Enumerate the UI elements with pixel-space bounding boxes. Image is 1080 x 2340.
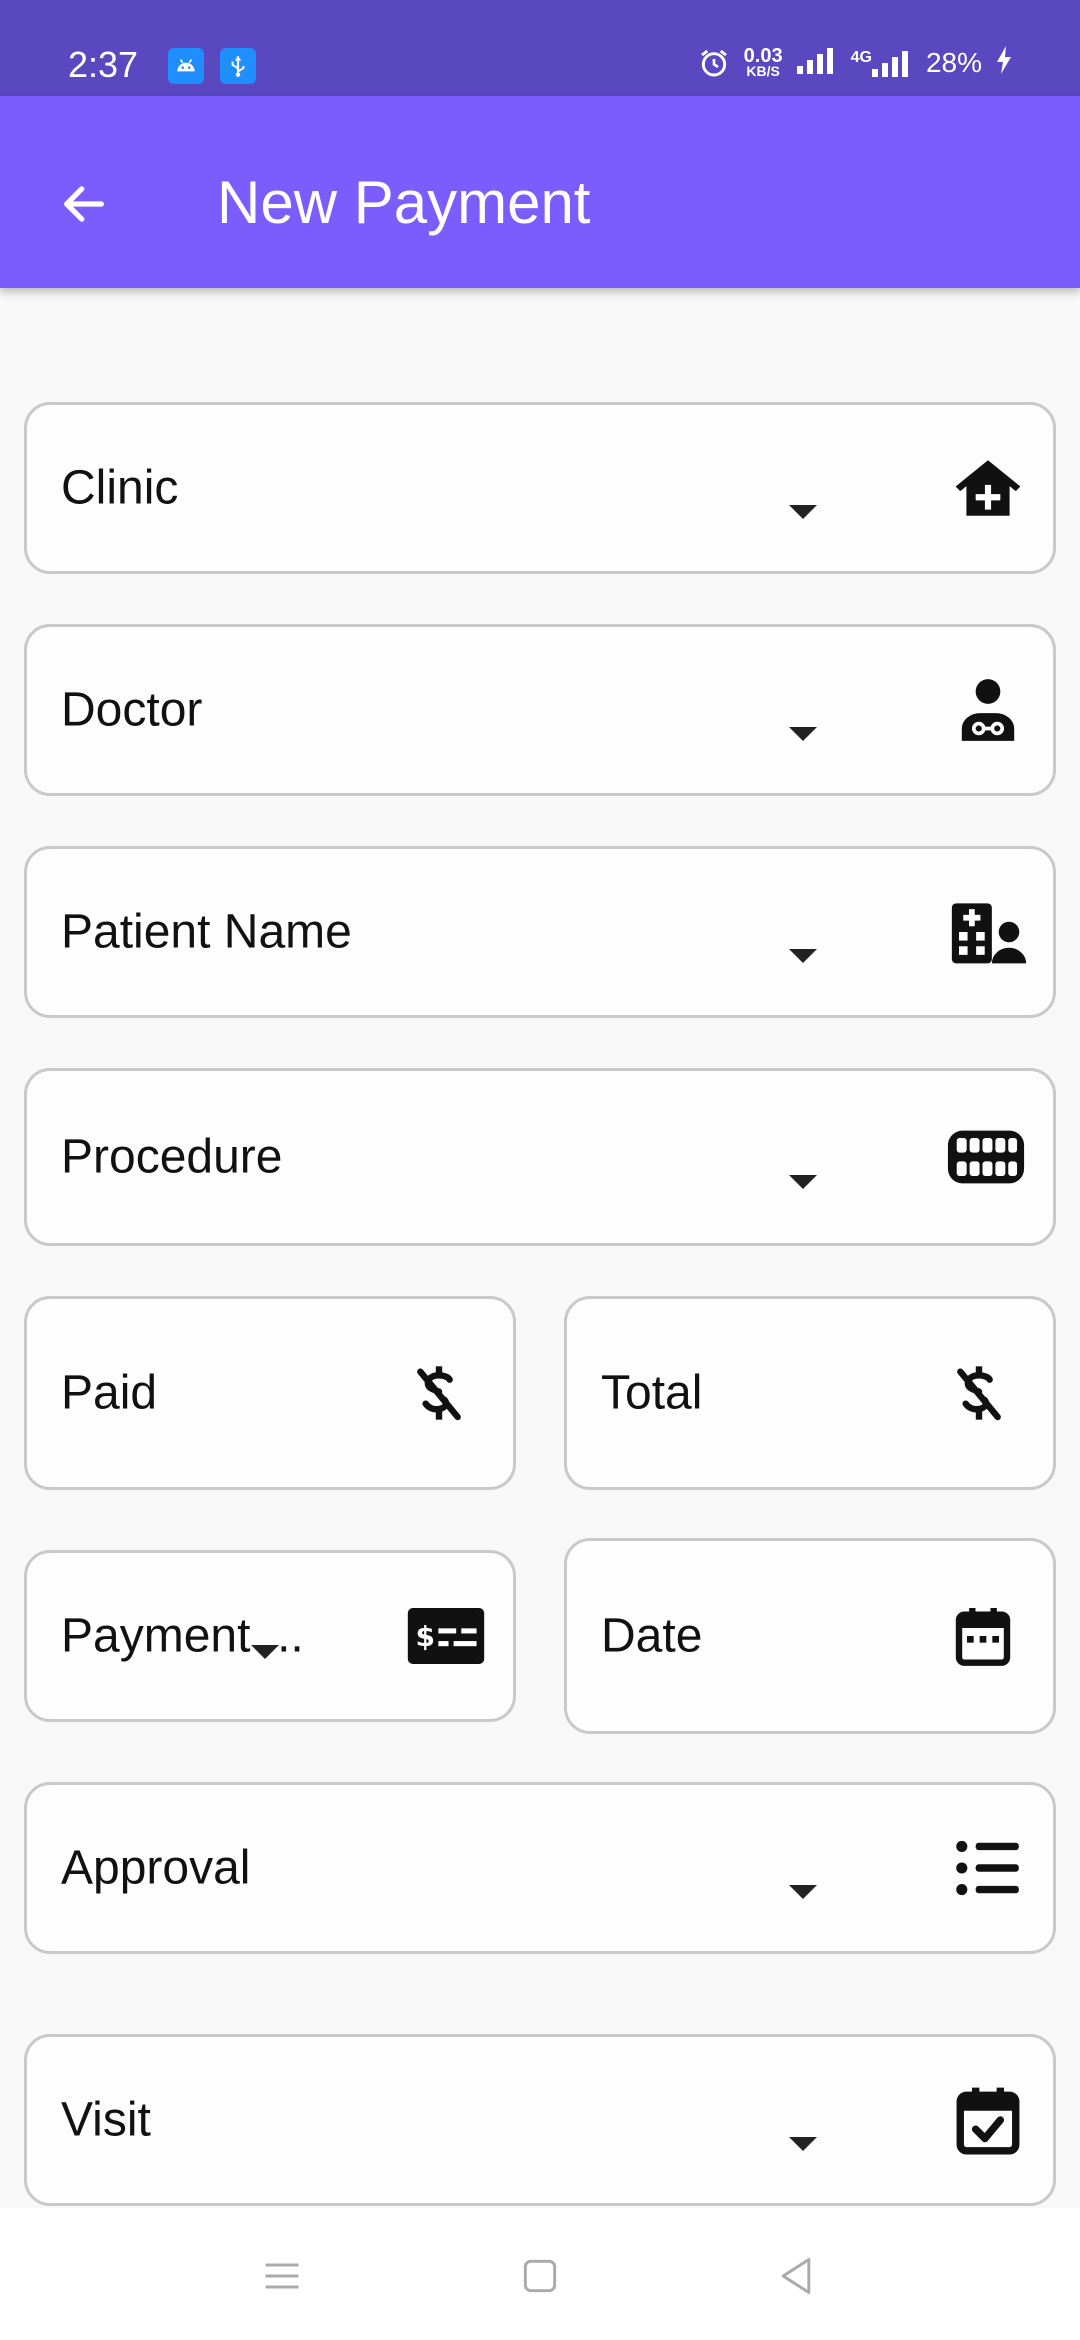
chevron-down-icon [789,1885,817,1899]
date-input[interactable]: Date [564,1538,1056,1734]
teeth-icon [945,1120,1027,1194]
visit-label: Visit [61,2093,151,2147]
recent-apps-button[interactable] [252,2246,312,2306]
doctor-icon [951,673,1025,747]
money-check-icon: $ [407,1608,485,1664]
nav-back-button[interactable] [766,2246,826,2306]
android-debug-icon [168,48,204,84]
procedure-dropdown[interactable]: Procedure [24,1068,1056,1246]
approval-label: Approval [61,1841,251,1895]
doctor-label: Doctor [61,683,203,737]
signal-4g-icon: 4G [851,49,912,77]
total-input[interactable]: Total [564,1296,1056,1490]
dollar-off-icon [407,1361,471,1425]
visit-dropdown[interactable]: Visit [24,2034,1056,2206]
chevron-down-icon [789,2137,817,2151]
chevron-down-icon [789,1175,817,1189]
home-square-icon [518,2254,562,2298]
status-time: 2:37 [68,44,139,85]
paid-label: Paid [61,1366,158,1420]
clinic-label: Clinic [61,461,179,515]
doctor-dropdown[interactable]: Doctor [24,624,1056,796]
svg-text:$: $ [415,1620,434,1653]
calendar-icon [951,1604,1015,1668]
chevron-down-icon [251,1645,279,1659]
menu-lines-icon [260,2254,304,2298]
patient-name-label: Patient Name [61,905,352,959]
calendar-check-icon [951,2083,1025,2157]
chevron-down-icon [789,727,817,741]
back-button[interactable] [50,170,118,238]
page-title: New Payment [217,169,591,236]
clinic-dropdown[interactable]: Clinic [24,402,1056,574]
procedure-label: Procedure [61,1130,283,1184]
net-speed: 0.03 KB/S [743,45,783,80]
alarm-icon [698,47,730,79]
date-label: Date [601,1609,703,1663]
signal-icon [796,46,837,79]
status-bar: 2:37 0.03 KB/S 4G 28% [0,0,1080,96]
chevron-down-icon [789,505,817,519]
system-nav-bar [0,2208,1080,2340]
charging-bolt-icon [996,46,1012,79]
arrow-left-icon [58,178,110,230]
total-label: Total [601,1366,703,1420]
clinic-house-icon [951,451,1025,525]
hospital-user-icon [949,895,1029,969]
usb-icon [220,48,256,84]
back-triangle-icon [774,2254,818,2298]
approval-dropdown[interactable]: Approval [24,1782,1056,1954]
chevron-down-icon [789,949,817,963]
list-icon [951,1831,1025,1905]
battery-level: 28% [925,46,982,78]
payment-method-dropdown[interactable]: Payment ... $ [24,1550,516,1722]
home-button[interactable] [510,2246,570,2306]
dollar-off-icon [947,1361,1011,1425]
paid-input[interactable]: Paid [24,1296,516,1490]
patient-name-dropdown[interactable]: Patient Name [24,846,1056,1018]
